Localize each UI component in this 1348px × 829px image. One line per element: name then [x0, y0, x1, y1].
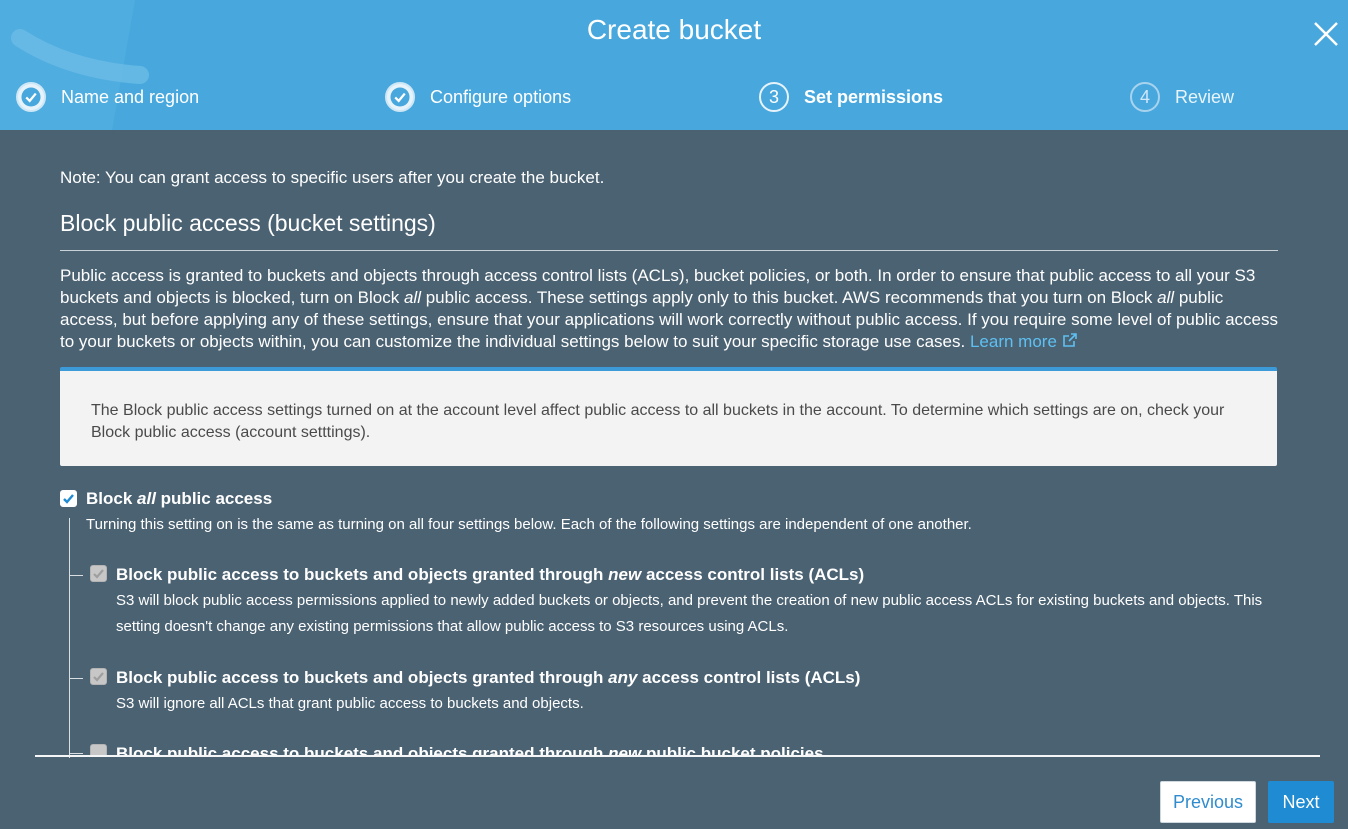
option-any-acls-checkbox[interactable]: [90, 668, 107, 685]
option-new-policies-checkbox[interactable]: [90, 744, 107, 755]
info-alert-text: The Block public access settings turned …: [91, 402, 1225, 441]
learn-more-link[interactable]: Learn more: [970, 332, 1078, 351]
step-label: Name and region: [61, 86, 200, 107]
option-new-acls-description: S3 will block public access permissions …: [116, 592, 1263, 635]
option-any-acls-label: Block public access to buckets and objec…: [116, 668, 861, 687]
tree-branch: [69, 753, 83, 754]
step-label: Review: [1175, 86, 1235, 107]
block-all-checkbox[interactable]: [60, 490, 77, 507]
step-number: 3: [759, 82, 789, 112]
external-link-icon: [1062, 333, 1077, 347]
wizard-header: Create bucket Name and region Configure …: [0, 0, 1348, 130]
step-label: Configure options: [430, 86, 572, 107]
next-button[interactable]: Next: [1268, 781, 1334, 823]
block-all-label: Block all public access: [86, 489, 273, 508]
checkmark-icon: [385, 82, 415, 112]
step-number: 4: [1130, 82, 1160, 112]
checkmark-icon: [93, 569, 104, 579]
tree-line: [69, 518, 70, 758]
previous-button[interactable]: Previous: [1160, 781, 1256, 823]
scroll-clip: Block public access to buckets and objec…: [0, 740, 1348, 755]
info-alert: The Block public access settings turned …: [60, 367, 1277, 466]
dialog-title: Create bucket: [586, 14, 762, 45]
option-new-policies-label: Block public access to buckets and objec…: [116, 744, 824, 755]
step-label: Set permissions: [804, 86, 944, 107]
step-configure-options[interactable]: Configure options: [385, 80, 571, 114]
option-new-acls-label: Block public access to buckets and objec…: [116, 565, 865, 584]
footer-divider: [35, 755, 1320, 757]
note-text: Note: You can grant access to specific u…: [60, 168, 605, 187]
section-title: Block public access (bucket settings): [60, 210, 436, 236]
tree-branch: [69, 575, 83, 576]
tree-branch: [69, 678, 83, 679]
divider: [60, 250, 1278, 251]
step-set-permissions[interactable]: 3 Set permissions: [759, 80, 943, 114]
close-icon[interactable]: [1310, 18, 1342, 50]
option-new-acls-checkbox[interactable]: [90, 565, 107, 582]
checkmark-icon: [93, 672, 104, 682]
step-review[interactable]: 4 Review: [1130, 80, 1234, 114]
option-any-acls-description: S3 will ignore all ACLs that grant publi…: [116, 695, 584, 712]
description-paragraph: Public access is granted to buckets and …: [60, 266, 1278, 351]
checkmark-icon: [63, 494, 74, 504]
block-all-description: Turning this setting on is the same as t…: [86, 516, 972, 533]
checkmark-icon: [16, 82, 46, 112]
step-name-and-region[interactable]: Name and region: [16, 80, 199, 114]
